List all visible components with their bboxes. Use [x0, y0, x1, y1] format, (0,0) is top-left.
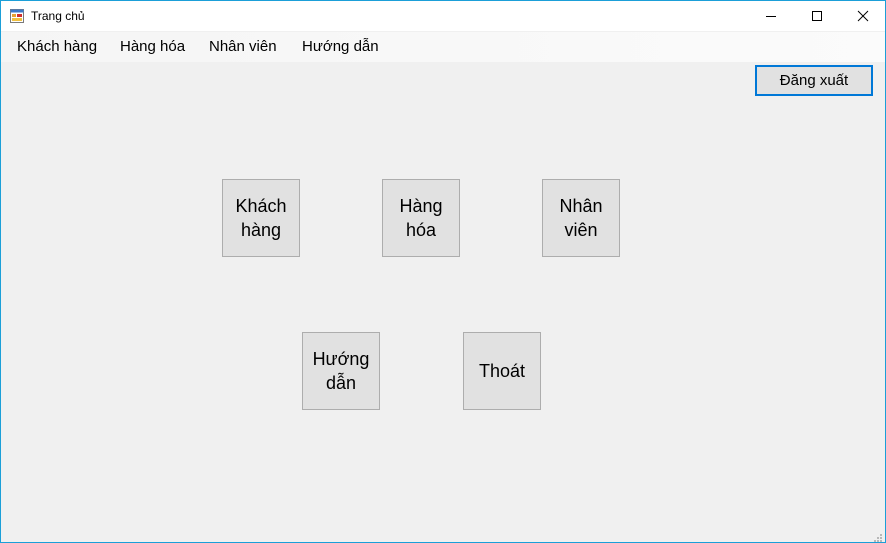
title-bar[interactable]: Trang chủ	[1, 1, 885, 31]
window-title: Trang chủ	[31, 9, 85, 23]
main-window: Trang chủ Khách hàng Hàng hóa Nhân viên …	[0, 0, 886, 543]
minimize-button[interactable]	[748, 1, 794, 31]
menu-item-hang-hoa[interactable]: Hàng hóa	[120, 32, 185, 62]
minimize-icon	[766, 16, 776, 17]
resize-grip-icon[interactable]	[873, 530, 883, 542]
products-button[interactable]: Hàng hóa	[382, 179, 460, 257]
exit-button[interactable]: Thoát	[463, 332, 541, 410]
menu-item-khach-hang[interactable]: Khách hàng	[17, 32, 97, 62]
help-button[interactable]: Hướng dẫn	[302, 332, 380, 410]
close-icon	[857, 10, 869, 22]
maximize-icon	[812, 11, 822, 21]
menu-bar: Khách hàng Hàng hóa Nhân viên Hướng dẫn	[1, 32, 885, 62]
menu-item-nhan-vien[interactable]: Nhân viên	[209, 32, 277, 62]
customers-button[interactable]: Khách hàng	[222, 179, 300, 257]
menu-item-huong-dan[interactable]: Hướng dẫn	[302, 32, 379, 62]
employees-button[interactable]: Nhân viên	[542, 179, 620, 257]
app-form-icon	[10, 9, 24, 23]
logout-button[interactable]: Đăng xuất	[755, 65, 873, 96]
maximize-button[interactable]	[794, 1, 840, 31]
close-button[interactable]	[840, 1, 885, 31]
